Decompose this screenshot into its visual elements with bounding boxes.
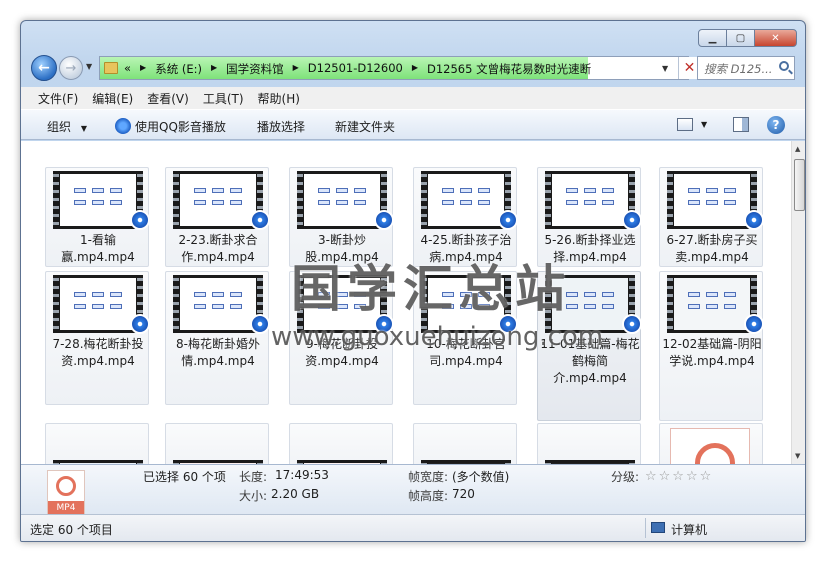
watermark-url: www.guoxuehuizong.com [271,322,604,352]
file-tile[interactable] [413,423,517,464]
rating-stars[interactable]: ☆☆☆☆☆ [645,469,713,484]
minimize-button[interactable]: ▁ [698,29,727,47]
frame-width-label: 帧宽度: [408,470,449,484]
caption-buttons: ▁ ▢ ✕ [698,29,797,47]
breadcrumb-overflow[interactable]: « [124,61,131,77]
address-dropdown-icon[interactable]: ▼ [662,64,668,73]
change-view-icon[interactable] [677,118,693,131]
file-name: 6-27.断卦房子买卖.mp4.mp4 [666,233,758,264]
vertical-scrollbar[interactable]: ▲ ▼ [791,141,805,464]
breadcrumb-folder[interactable]: 国学资料馆 [226,61,284,77]
chevron-down-icon: ▼ [80,124,87,133]
details-pane: MP4 已选择 60 个项 长度: 17:49:53 大小: 2.20 GB 帧… [21,464,805,516]
status-divider [645,518,646,538]
menu-edit[interactable]: 编辑(E) [85,87,140,109]
scroll-thumb[interactable] [794,159,805,211]
file-tile[interactable]: 12-02基础篇-阴阳学说.mp4.mp4 [659,271,764,421]
rating-label: 分级: [611,470,640,484]
qq-player-icon [250,210,270,230]
help-icon[interactable]: ? [767,116,785,134]
file-name: 1-看输赢.mp4.mp4 [61,233,135,264]
maximize-button[interactable]: ▢ [726,29,755,47]
frame-height-label: 帧高度: [408,489,449,503]
length-label: 长度: [239,470,268,484]
qq-player-icon [498,210,518,230]
file-tile[interactable] [659,423,763,464]
breadcrumb-separator-icon: ▶ [140,63,147,72]
forward-button[interactable]: → [59,56,83,80]
organize-label: 组织 [47,120,72,134]
file-tile[interactable] [165,423,269,464]
file-name: 8-梅花断卦婚外情.mp4.mp4 [176,337,260,368]
breadcrumb-separator-icon: ▶ [411,63,418,72]
status-bar: 选定 60 个项目 计算机 [21,514,805,541]
organize-button[interactable]: 组织 ▼ [47,118,87,135]
length-value: 17:49:53 [275,468,329,482]
file-tile[interactable]: 6-27.断卦房子买卖.mp4.mp4 [659,167,764,267]
play-selection-button[interactable]: 播放选择 [257,118,305,135]
computer-icon [651,522,665,533]
status-location: 计算机 [671,523,708,537]
close-button[interactable]: ✕ [754,29,797,47]
play-qq-label: 使用QQ影音播放 [135,120,226,134]
scroll-down-icon[interactable]: ▼ [795,452,800,460]
search-icon[interactable] [779,61,789,71]
navigation-row: ← → ▼ « ▶ 系统 (E:) ▶ 国学资料馆 ▶ D12501-D1260… [29,55,799,83]
breadcrumb-drive[interactable]: 系统 (E:) [155,61,202,77]
menu-tools[interactable]: 工具(T) [196,87,251,109]
preview-pane-icon[interactable] [733,117,749,132]
file-tile[interactable] [537,423,641,464]
file-tile[interactable]: 1-看输赢.mp4.mp4 [45,167,150,267]
address-bar[interactable]: « ▶ 系统 (E:) ▶ 国学资料馆 ▶ D12501-D12600 ▶ D1… [99,56,700,80]
explorer-window: ▁ ▢ ✕ ← → ▼ « ▶ 系统 (E:) ▶ 国学资料馆 ▶ D12501… [20,20,806,542]
scroll-up-icon[interactable]: ▲ [795,145,800,153]
size-label: 大小: [239,489,268,503]
file-type-tag: MP4 [48,501,84,515]
menu-view[interactable]: 查看(V) [140,87,196,109]
frame-height-value: 720 [452,487,475,501]
menu-help[interactable]: 帮助(H) [251,87,307,109]
size-value: 2.20 GB [271,487,320,501]
back-button[interactable]: ← [31,55,57,81]
qq-player-icon [374,210,394,230]
status-text: 选定 60 个项目 [30,523,113,537]
qq-player-icon [622,210,642,230]
qq-player-icon [115,118,131,134]
play-qq-button[interactable]: 使用QQ影音播放 [115,118,226,135]
file-tile[interactable]: 2-23.断卦求合作.mp4.mp4 [165,167,270,267]
mp4-file-icon: MP4 [47,470,85,516]
watermark-title: 国学汇总站 [291,260,571,318]
file-tile[interactable]: 7-28.梅花断卦投资.mp4.mp4 [45,271,150,405]
command-bar: 组织 ▼ 使用QQ影音播放 播放选择 新建文件夹 ▼ ? [21,109,805,140]
qq-player-icon [130,314,150,334]
breadcrumb-separator-icon: ▶ [292,63,299,72]
view-dropdown-icon[interactable]: ▼ [701,120,707,129]
search-input[interactable]: 搜索 D125... [697,56,795,80]
history-dropdown-icon[interactable]: ▼ [86,62,92,71]
file-tile[interactable] [289,423,393,464]
qq-player-icon [744,314,764,334]
menu-file[interactable]: 文件(F) [31,87,85,109]
file-list: 1-看输赢.mp4.mp4 2-23.断卦求合作.mp4.mp4 3-断卦炒股.mp… [21,141,791,464]
qq-player-icon [744,210,764,230]
search-placeholder: 搜索 D125... [704,62,773,76]
selected-count: 已选择 60 个项 [143,470,226,484]
new-folder-button[interactable]: 新建文件夹 [335,118,395,135]
qq-player-icon [130,210,150,230]
mp4-file-icon [670,428,750,464]
breadcrumb-separator-icon: ▶ [210,63,218,72]
frame-width-value: (多个数值) [452,470,510,484]
breadcrumb: « ▶ 系统 (E:) ▶ 国学资料馆 ▶ D12501-D12600 ▶ D1… [124,61,591,77]
qq-player-icon [622,314,642,334]
folder-icon [104,62,118,74]
file-tile[interactable]: 8-梅花断卦婚外情.mp4.mp4 [165,271,270,405]
breadcrumb-current[interactable]: D12565 文曾梅花易数时光速断 [427,61,591,77]
file-name: 12-02基础篇-阴阳学说.mp4.mp4 [662,337,762,368]
file-tile[interactable] [45,423,149,464]
breadcrumb-folder[interactable]: D12501-D12600 [308,61,403,77]
file-name: 2-23.断卦求合作.mp4.mp4 [178,233,258,264]
menu-bar: 文件(F) 编辑(E) 查看(V) 工具(T) 帮助(H) [21,87,805,109]
file-name: 7-28.梅花断卦投资.mp4.mp4 [52,337,144,368]
